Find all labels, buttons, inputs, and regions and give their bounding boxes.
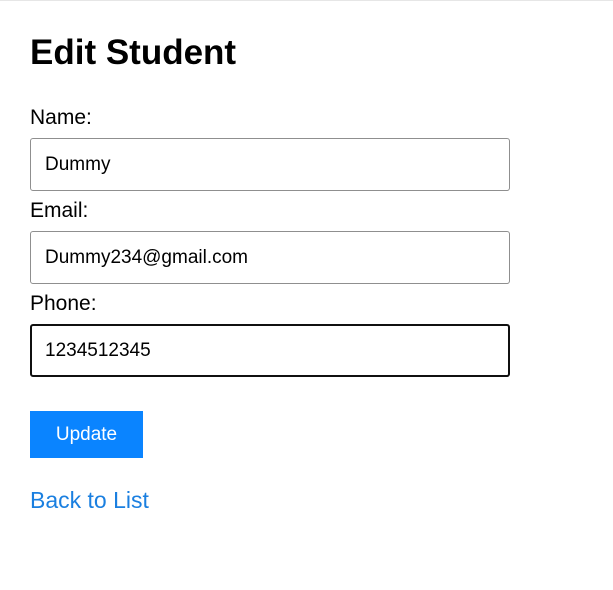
back-to-list-link[interactable]: Back to List — [30, 486, 149, 514]
email-field[interactable] — [30, 231, 510, 284]
name-field[interactable] — [30, 138, 510, 191]
top-divider — [0, 0, 613, 1]
name-label: Name: — [30, 106, 92, 129]
update-button[interactable]: Update — [30, 411, 143, 458]
phone-label: Phone: — [30, 292, 97, 315]
email-label: Email: — [30, 199, 89, 222]
phone-field[interactable] — [30, 324, 510, 377]
page-title: Edit Student — [30, 33, 237, 72]
